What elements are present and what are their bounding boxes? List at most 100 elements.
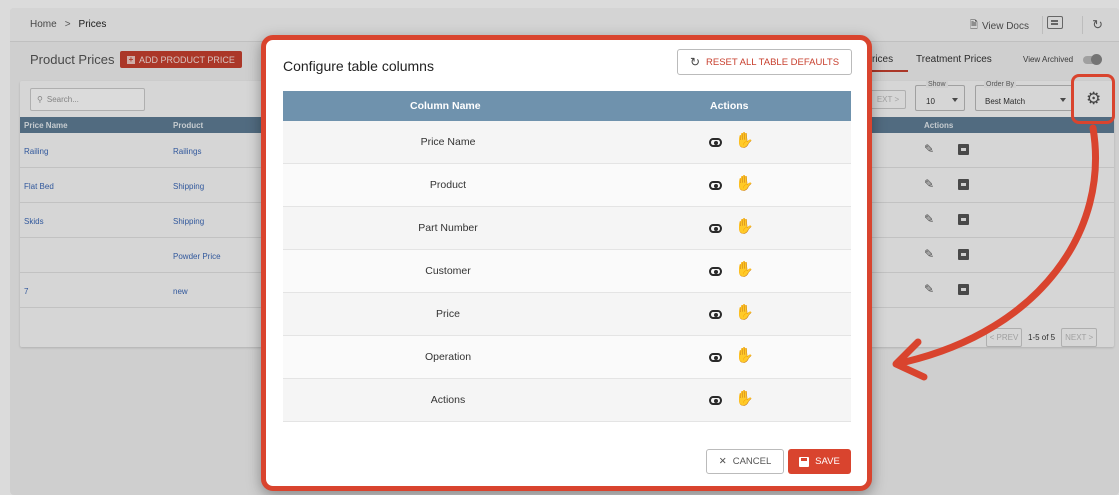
edit-icon[interactable]: ✎ [924, 282, 934, 296]
cancel-label: CANCEL [732, 456, 772, 467]
order-by-label: Order By [984, 81, 1017, 88]
archive-icon[interactable] [958, 144, 969, 155]
search-placeholder: Search... [46, 95, 79, 104]
search-input[interactable]: ⚲ Search... [30, 88, 145, 111]
plus-icon: + [127, 54, 135, 64]
next-page-button[interactable]: NEXT > [1061, 328, 1098, 347]
price-name-link[interactable]: 7 [24, 287, 28, 296]
show-count-select[interactable]: Show 10 [915, 81, 965, 111]
refresh-icon[interactable]: ↻ [1092, 17, 1103, 33]
columns-table-header: Column Name Actions [283, 91, 851, 121]
edit-icon[interactable]: ✎ [924, 247, 934, 261]
product-link[interactable]: Shipping [173, 217, 204, 226]
divider [1082, 16, 1083, 34]
prev-page-button[interactable]: < PREV [986, 328, 1022, 347]
column-name: Actions [430, 394, 466, 406]
add-product-price-button[interactable]: + ADD PRODUCT PRICE [120, 51, 242, 68]
document-icon: 🗎 [969, 20, 978, 31]
product-link[interactable]: Powder Price [173, 252, 221, 261]
tab-product-prices[interactable]: rices [872, 54, 908, 72]
close-icon: ✕ [718, 456, 727, 467]
add-button-label: ADD PRODUCT PRICE [139, 54, 235, 65]
column-name: Part Number [418, 222, 478, 234]
column-name: Price [436, 308, 460, 320]
breadcrumb-current: Prices [78, 19, 107, 30]
configure-columns-dialog: Configure table columns ↻ RESET ALL TABL… [261, 35, 872, 491]
column-row: Actions ✋ [283, 379, 851, 422]
product-link[interactable]: Shipping [173, 182, 204, 191]
eye-icon[interactable] [709, 267, 722, 276]
view-archived-toggle[interactable] [1083, 54, 1102, 65]
columns-list: Price Name ✋ Product ✋ Part Number ✋ Cus… [283, 121, 851, 427]
drag-handle-icon[interactable]: ✋ [735, 219, 754, 234]
view-archived-label: View Archived [1023, 55, 1074, 64]
show-value: 10 [926, 97, 935, 106]
edit-icon[interactable]: ✎ [924, 142, 934, 156]
breadcrumb-separator: > [64, 19, 71, 30]
eye-icon[interactable] [709, 181, 722, 190]
column-name: Customer [425, 265, 471, 277]
tab-label: rices [872, 54, 894, 65]
breadcrumb: Home > Prices [30, 19, 106, 30]
archive-icon[interactable] [958, 284, 969, 295]
archive-icon[interactable] [958, 249, 969, 260]
drag-handle-icon[interactable]: ✋ [735, 133, 754, 148]
archive-icon[interactable] [958, 214, 969, 225]
drag-handle-icon[interactable]: ✋ [735, 262, 754, 277]
save-icon [799, 456, 810, 467]
archive-icon[interactable] [958, 179, 969, 190]
price-name-link[interactable]: Railing [24, 147, 48, 156]
reset-defaults-button[interactable]: ↻ RESET ALL TABLE DEFAULTS [677, 49, 852, 75]
header-column-name: Column Name [410, 100, 481, 112]
column-row: Customer ✋ [283, 250, 851, 293]
search-icon: ⚲ [37, 95, 43, 104]
column-name: Operation [424, 351, 472, 363]
dialog-title: Configure table columns [283, 58, 434, 74]
chevron-down-icon [952, 98, 958, 102]
eye-icon[interactable] [709, 396, 722, 405]
view-docs-link[interactable]: 🗎 View Docs [970, 18, 1029, 35]
drag-handle-icon[interactable]: ✋ [735, 391, 754, 406]
next-page-button-top[interactable]: EXT > [870, 90, 906, 109]
edit-icon[interactable]: ✎ [924, 212, 934, 226]
divider [1042, 16, 1043, 34]
tab-treatment-prices[interactable]: Treatment Prices [916, 54, 992, 65]
column-header-actions: Actions [924, 121, 954, 130]
order-by-select[interactable]: Order By Best Match [975, 81, 1073, 111]
eye-icon[interactable] [709, 224, 722, 233]
column-header-price-name[interactable]: Price Name [24, 121, 68, 130]
price-name-link[interactable]: Skids [24, 217, 44, 226]
column-row: Part Number ✋ [283, 207, 851, 250]
column-row: Operation ✋ [283, 336, 851, 379]
column-settings-highlight: ⚙ [1071, 74, 1115, 124]
page-count: 1-5 of 5 [1028, 333, 1056, 342]
edit-icon[interactable]: ✎ [924, 177, 934, 191]
column-row: Product ✋ [283, 164, 851, 207]
column-name: Product [429, 179, 467, 191]
eye-icon[interactable] [709, 138, 722, 147]
drag-handle-icon[interactable]: ✋ [735, 348, 754, 363]
column-row: Price Name ✋ [283, 121, 851, 164]
tab-indicator [872, 70, 908, 72]
header-actions: Actions [710, 100, 749, 112]
view-docs-label: View Docs [981, 21, 1029, 32]
eye-icon[interactable] [709, 353, 722, 362]
product-link[interactable]: new [173, 287, 188, 296]
save-button[interactable]: SAVE [788, 449, 851, 474]
column-header-product[interactable]: Product [173, 121, 203, 130]
price-name-link[interactable]: Flat Bed [24, 182, 54, 191]
column-row: Price ✋ [283, 293, 851, 336]
pagination: < PREV 1-5 of 5 NEXT > [986, 328, 1098, 347]
chevron-down-icon [1060, 98, 1066, 102]
gear-icon[interactable]: ⚙ [1086, 90, 1101, 107]
drag-handle-icon[interactable]: ✋ [735, 305, 754, 320]
cancel-button[interactable]: ✕ CANCEL [706, 449, 784, 474]
eye-icon[interactable] [709, 310, 722, 319]
breadcrumb-home[interactable]: Home [30, 19, 57, 30]
column-name: Price Name [420, 136, 476, 148]
drag-handle-icon[interactable]: ✋ [735, 176, 754, 191]
page-title: Product Prices [30, 52, 115, 67]
product-link[interactable]: Railings [173, 147, 201, 156]
chat-icon[interactable] [1047, 16, 1063, 29]
reset-button-label: RESET ALL TABLE DEFAULTS [706, 56, 840, 68]
